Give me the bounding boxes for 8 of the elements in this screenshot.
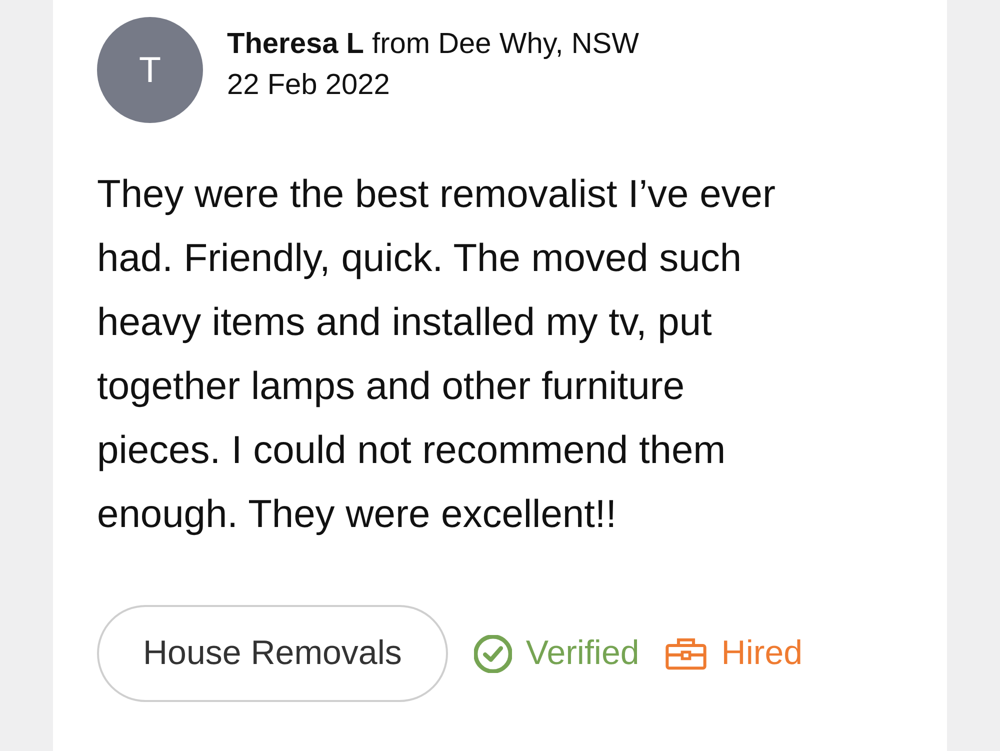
review-date: 22 Feb 2022 [227,68,391,103]
review-text: They were the best removalist I’ve ever had. Friendly, quick. The moved such heavy items and installed my tv, put together lamps and other furniture pieces. I could not recommend them enough. They were excellent!! [97,172,776,538]
briefcase-icon [665,638,708,670]
badge-label: Verified [526,633,640,674]
avatar-initial: T [97,17,203,123]
badge-label: Hired [721,633,803,674]
service-tag: House Removals [97,605,448,702]
reviewer-name: Theresa L from Dee Why, NSW [227,27,639,62]
